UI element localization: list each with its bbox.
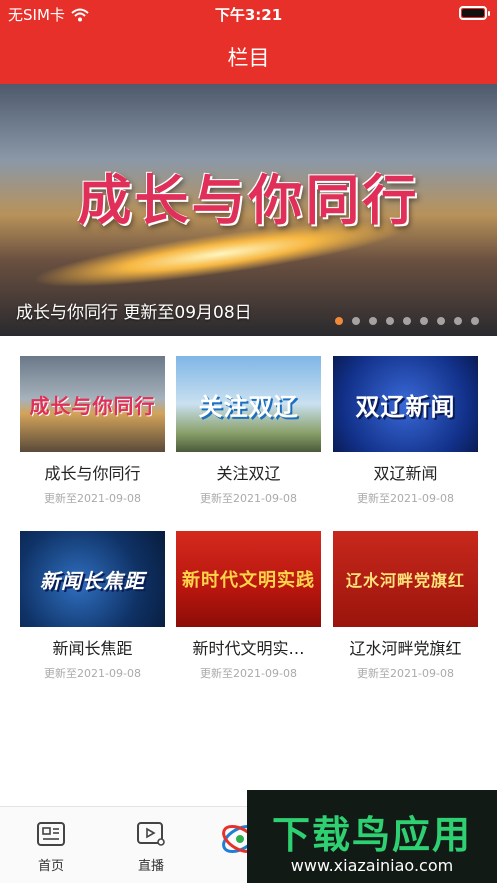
program-update-date: 更新至2021-09-08 xyxy=(357,492,454,505)
program-card[interactable]: 成长与你同行 成长与你同行 更新至2021-09-08 xyxy=(20,356,165,506)
watermark-title: 下载鸟应用 xyxy=(271,813,472,857)
page-title: 栏目 xyxy=(227,46,270,70)
program-update-date: 更新至2021-09-08 xyxy=(44,492,141,505)
thumbnail-art-text: 成长与你同行 xyxy=(29,393,156,418)
tab-label: 直播 xyxy=(137,859,164,874)
pagination-dot[interactable] xyxy=(471,317,479,325)
status-time: 下午3:21 xyxy=(214,6,283,24)
banner-pagination xyxy=(335,317,479,325)
program-thumbnail: 成长与你同行 xyxy=(20,356,165,452)
pagination-dot[interactable] xyxy=(454,317,462,325)
program-thumbnail: 关注双辽 xyxy=(176,356,321,452)
tab-home[interactable]: 首页 xyxy=(21,821,81,874)
program-card[interactable]: 辽水河畔党旗红 辽水河畔党旗红 更新至2021-09-08 xyxy=(333,531,478,681)
banner-art-title: 成长与你同行 xyxy=(77,169,420,232)
program-thumbnail: 辽水河畔党旗红 xyxy=(333,531,478,627)
program-grid: 成长与你同行 成长与你同行 更新至2021-09-08 关注双辽 关注双辽 更新… xyxy=(0,336,497,806)
program-name: 新时代文明实… xyxy=(192,639,305,658)
program-update-date: 更新至2021-09-08 xyxy=(357,667,454,680)
thumbnail-art-text: 新闻长焦距 xyxy=(40,568,145,593)
tab-live[interactable]: 直播 xyxy=(121,821,181,874)
program-card[interactable]: 关注双辽 关注双辽 更新至2021-09-08 xyxy=(176,356,321,506)
pagination-dot[interactable] xyxy=(403,317,411,325)
program-update-date: 更新至2021-09-08 xyxy=(200,492,297,505)
pagination-dot[interactable] xyxy=(369,317,377,325)
status-bar: 无SIM卡 下午3:21 xyxy=(0,0,497,28)
program-name: 双辽新闻 xyxy=(373,464,438,483)
program-name: 辽水河畔党旗红 xyxy=(349,639,462,658)
newspaper-icon xyxy=(37,822,65,846)
watermark-overlay: 下载鸟应用 www.xiazainiao.com xyxy=(247,790,497,883)
program-card[interactable]: 双辽新闻 双辽新闻 更新至2021-09-08 xyxy=(333,356,478,506)
program-name: 成长与你同行 xyxy=(44,464,141,483)
program-thumbnail: 新时代文明实践 xyxy=(176,531,321,627)
program-update-date: 更新至2021-09-08 xyxy=(44,667,141,680)
program-card[interactable]: 新闻长焦距 新闻长焦距 更新至2021-09-08 xyxy=(20,531,165,681)
pagination-dot[interactable] xyxy=(420,317,428,325)
thumbnail-art-text: 双辽新闻 xyxy=(355,392,456,421)
play-video-icon xyxy=(137,822,165,846)
featured-banner[interactable]: 成长与你同行 成长与你同行 更新至09月08日 xyxy=(0,84,497,336)
program-thumbnail: 新闻长焦距 xyxy=(20,531,165,627)
program-name: 新闻长焦距 xyxy=(52,639,133,658)
program-update-date: 更新至2021-09-08 xyxy=(200,667,297,680)
watermark-url: www.xiazainiao.com xyxy=(290,856,454,875)
pagination-dot[interactable] xyxy=(335,317,343,325)
thumbnail-art-text: 关注双辽 xyxy=(198,392,299,421)
program-card[interactable]: 新时代文明实践 新时代文明实… 更新至2021-09-08 xyxy=(176,531,321,681)
pagination-dot[interactable] xyxy=(437,317,445,325)
program-thumbnail: 双辽新闻 xyxy=(333,356,478,452)
program-name: 关注双辽 xyxy=(216,464,281,483)
tab-label: 首页 xyxy=(37,859,64,874)
thumbnail-art-text: 新时代文明实践 xyxy=(182,570,315,591)
app-header: 无SIM卡 下午3:21 栏目 xyxy=(0,0,497,84)
banner-caption: 成长与你同行 更新至09月08日 xyxy=(16,303,252,323)
thumbnail-art-text: 辽水河畔党旗红 xyxy=(345,571,465,590)
battery-icon xyxy=(459,6,490,20)
pagination-dot[interactable] xyxy=(386,317,394,325)
pagination-dot[interactable] xyxy=(352,317,360,325)
